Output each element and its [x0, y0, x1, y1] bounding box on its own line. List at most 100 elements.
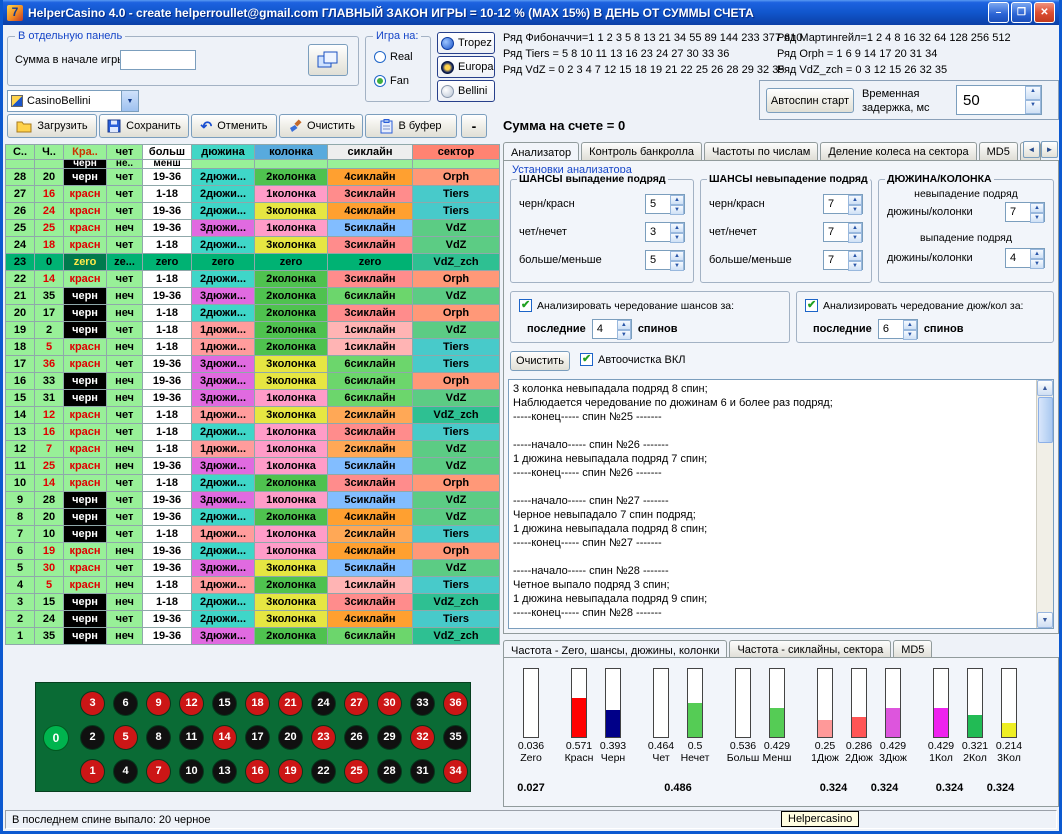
- collapse-button[interactable]: -: [461, 114, 487, 138]
- spin-up-icon[interactable]: ▲: [848, 251, 862, 261]
- save-button[interactable]: Сохранить: [99, 114, 189, 138]
- history-row-21[interactable]: 2135черннеч19-363дюжи...2колонка6сиклайн…: [6, 288, 500, 305]
- board-num-24[interactable]: 24: [311, 691, 336, 716]
- board-num-22[interactable]: 22: [311, 759, 336, 784]
- history-row-3[interactable]: 315черннеч1-182дюжи...3колонка3сиклайнVd…: [6, 594, 500, 611]
- board-num-35[interactable]: 35: [443, 725, 468, 750]
- main-tab-1[interactable]: Анализатор: [503, 142, 579, 161]
- spin-down-icon[interactable]: ▼: [1030, 259, 1044, 269]
- board-num-31[interactable]: 31: [410, 759, 435, 784]
- history-row-16[interactable]: 1633черннеч19-363дюжи...3колонка6сиклайн…: [6, 373, 500, 390]
- spin-down-icon[interactable]: ▼: [670, 261, 684, 271]
- board-num-11[interactable]: 11: [179, 725, 204, 750]
- history-row-20[interactable]: 2017черннеч1-182дюжи...2колонка3сиклайнO…: [6, 305, 500, 322]
- history-row-23[interactable]: 230zeroze...zerozerozerozeroVdZ_zch: [6, 254, 500, 271]
- board-num-5[interactable]: 5: [113, 725, 138, 750]
- history-row-25[interactable]: 2525красннеч19-363дюжи...1колонка5сиклай…: [6, 220, 500, 237]
- casino-bellini-button[interactable]: Bellini: [437, 80, 495, 102]
- board-num-15[interactable]: 15: [212, 691, 237, 716]
- spin-down-icon[interactable]: ▼: [1030, 213, 1044, 223]
- history-row-2[interactable]: 224чернчет19-362дюжи...3колонка4сиклайнT…: [6, 611, 500, 628]
- history-row-13[interactable]: 1316краснчет1-182дюжи...1колонка3сиклайн…: [6, 424, 500, 441]
- history-row-24[interactable]: 2418краснчет1-182дюжи...3колонка3сиклайн…: [6, 237, 500, 254]
- board-num-34[interactable]: 34: [443, 759, 468, 784]
- history-row-17[interactable]: 1736краснчет19-363дюжи...3колонка6сиклай…: [6, 356, 500, 373]
- chart-tab-3[interactable]: MD5: [893, 640, 932, 658]
- history-row-11[interactable]: 1125красннеч19-363дюжи...1колонка5сиклай…: [6, 458, 500, 475]
- main-tab-4[interactable]: Деление колеса на сектора: [820, 142, 976, 160]
- spin-up-icon[interactable]: ▲: [903, 320, 917, 330]
- board-num-27[interactable]: 27: [344, 691, 369, 716]
- autospin-start-button[interactable]: Автоспин старт: [766, 88, 854, 113]
- board-num-29[interactable]: 29: [377, 725, 402, 750]
- spin-up-icon[interactable]: ▲: [848, 223, 862, 233]
- radio-fan[interactable]: Fan: [374, 75, 409, 87]
- history-row-9[interactable]: 928чернчет19-363дюжи...1колонка5сиклайнV…: [6, 492, 500, 509]
- main-tab-3[interactable]: Частоты по числам: [704, 142, 818, 160]
- spin-up-icon[interactable]: ▲: [670, 251, 684, 261]
- board-num-13[interactable]: 13: [212, 759, 237, 784]
- board-num-17[interactable]: 17: [245, 725, 270, 750]
- board-num-25[interactable]: 25: [344, 759, 369, 784]
- clear-log-button[interactable]: Очистить: [510, 351, 570, 371]
- board-num-7[interactable]: 7: [146, 759, 171, 784]
- history-row-4[interactable]: 45красннеч1-181дюжи...2колонка1сиклайнTi…: [6, 577, 500, 594]
- appear-blackred-spinner[interactable]: 5 ▲▼: [645, 194, 685, 214]
- history-table[interactable]: С..Ч..Кра..четбольшдюжинаколонкасиклайнс…: [5, 144, 500, 645]
- radio-real[interactable]: Real: [374, 51, 413, 63]
- absent-blackred-spinner[interactable]: 7 ▲▼: [823, 194, 863, 214]
- board-num-20[interactable]: 20: [278, 725, 303, 750]
- history-row-22[interactable]: 2214краснчет1-182дюжи...2колонка3сиклайн…: [6, 271, 500, 288]
- board-num-30[interactable]: 30: [377, 691, 402, 716]
- history-row-15[interactable]: 1531черннеч19-363дюжи...1колонка6сиклайн…: [6, 390, 500, 407]
- history-row-1[interactable]: 135черннеч19-363дюжи...2колонка6сиклайнV…: [6, 628, 500, 645]
- history-row-8[interactable]: 820чернчет19-362дюжи...2колонка4сиклайнV…: [6, 509, 500, 526]
- history-row-28[interactable]: 2820чернчет19-362дюжи...2колонка4сиклайн…: [6, 169, 500, 186]
- board-num-1[interactable]: 1: [80, 759, 105, 784]
- main-tab-2[interactable]: Контроль банкролла: [581, 142, 702, 160]
- copy-to-buffer-button[interactable]: В буфер: [365, 114, 457, 138]
- alternation-dozens-checkbox[interactable]: [805, 299, 818, 312]
- close-button[interactable]: ✕: [1034, 2, 1055, 23]
- history-row-7[interactable]: 710чернчет1-181дюжи...1колонка2сиклайнTi…: [6, 526, 500, 543]
- board-num-33[interactable]: 33: [410, 691, 435, 716]
- alternation-dozens-spinner[interactable]: 6 ▲▼: [878, 319, 918, 339]
- scroll-up-icon[interactable]: ▲: [1037, 380, 1053, 396]
- board-num-2[interactable]: 2: [80, 725, 105, 750]
- casino-tropez-button[interactable]: Tropez: [437, 32, 495, 54]
- spin-down-icon[interactable]: ▼: [848, 261, 862, 271]
- history-row-18[interactable]: 185красннеч1-181дюжи...2колонка1сиклайнT…: [6, 339, 500, 356]
- spin-down-icon[interactable]: ▼: [848, 233, 862, 243]
- analysis-log[interactable]: 3 колонка невыпадала подряд 8 спин; Набл…: [508, 379, 1054, 629]
- spin-up-icon[interactable]: ▲: [1025, 86, 1041, 100]
- spin-down-icon[interactable]: ▼: [617, 330, 631, 340]
- dozen-appear-spinner[interactable]: 4 ▲▼: [1005, 248, 1045, 268]
- board-num-9[interactable]: 9: [146, 691, 171, 716]
- spin-up-icon[interactable]: ▲: [848, 195, 862, 205]
- history-row-12[interactable]: 127красннеч1-181дюжи...1колонка2сиклайнV…: [6, 441, 500, 458]
- board-num-23[interactable]: 23: [311, 725, 336, 750]
- history-row-6[interactable]: 619красннеч19-362дюжи...1колонка4сиклайн…: [6, 543, 500, 560]
- history-row-14[interactable]: 1412краснчет1-181дюжи...3колонка2сиклайн…: [6, 407, 500, 424]
- casino-europa-button[interactable]: Europa: [437, 56, 495, 78]
- history-row-19[interactable]: 192чернчет1-181дюжи...2колонка1сиклайнVd…: [6, 322, 500, 339]
- history-row-partial[interactable]: чернне..менш: [6, 160, 500, 169]
- log-scrollbar[interactable]: ▲ ▼: [1036, 380, 1053, 628]
- spin-up-icon[interactable]: ▲: [1030, 203, 1044, 213]
- spin-up-icon[interactable]: ▲: [670, 195, 684, 205]
- minimize-button[interactable]: –: [988, 2, 1009, 23]
- alternation-chances-spinner[interactable]: 4 ▲▼: [592, 319, 632, 339]
- chart-tab-2[interactable]: Частота - сиклайны, сектора: [729, 640, 891, 658]
- clear-button[interactable]: Очистить: [279, 114, 363, 138]
- board-zero[interactable]: 0: [43, 725, 69, 751]
- radio-fan-circle[interactable]: [374, 75, 386, 87]
- history-row-10[interactable]: 1014краснчет1-182дюжи...2колонка3сиклайн…: [6, 475, 500, 492]
- board-num-6[interactable]: 6: [113, 691, 138, 716]
- spin-down-icon[interactable]: ▼: [670, 205, 684, 215]
- board-num-19[interactable]: 19: [278, 759, 303, 784]
- history-row-5[interactable]: 530краснчет19-363дюжи...3колонка5сиклайн…: [6, 560, 500, 577]
- board-num-14[interactable]: 14: [212, 725, 237, 750]
- spin-down-icon[interactable]: ▼: [1025, 100, 1041, 114]
- board-num-3[interactable]: 3: [80, 691, 105, 716]
- board-num-36[interactable]: 36: [443, 691, 468, 716]
